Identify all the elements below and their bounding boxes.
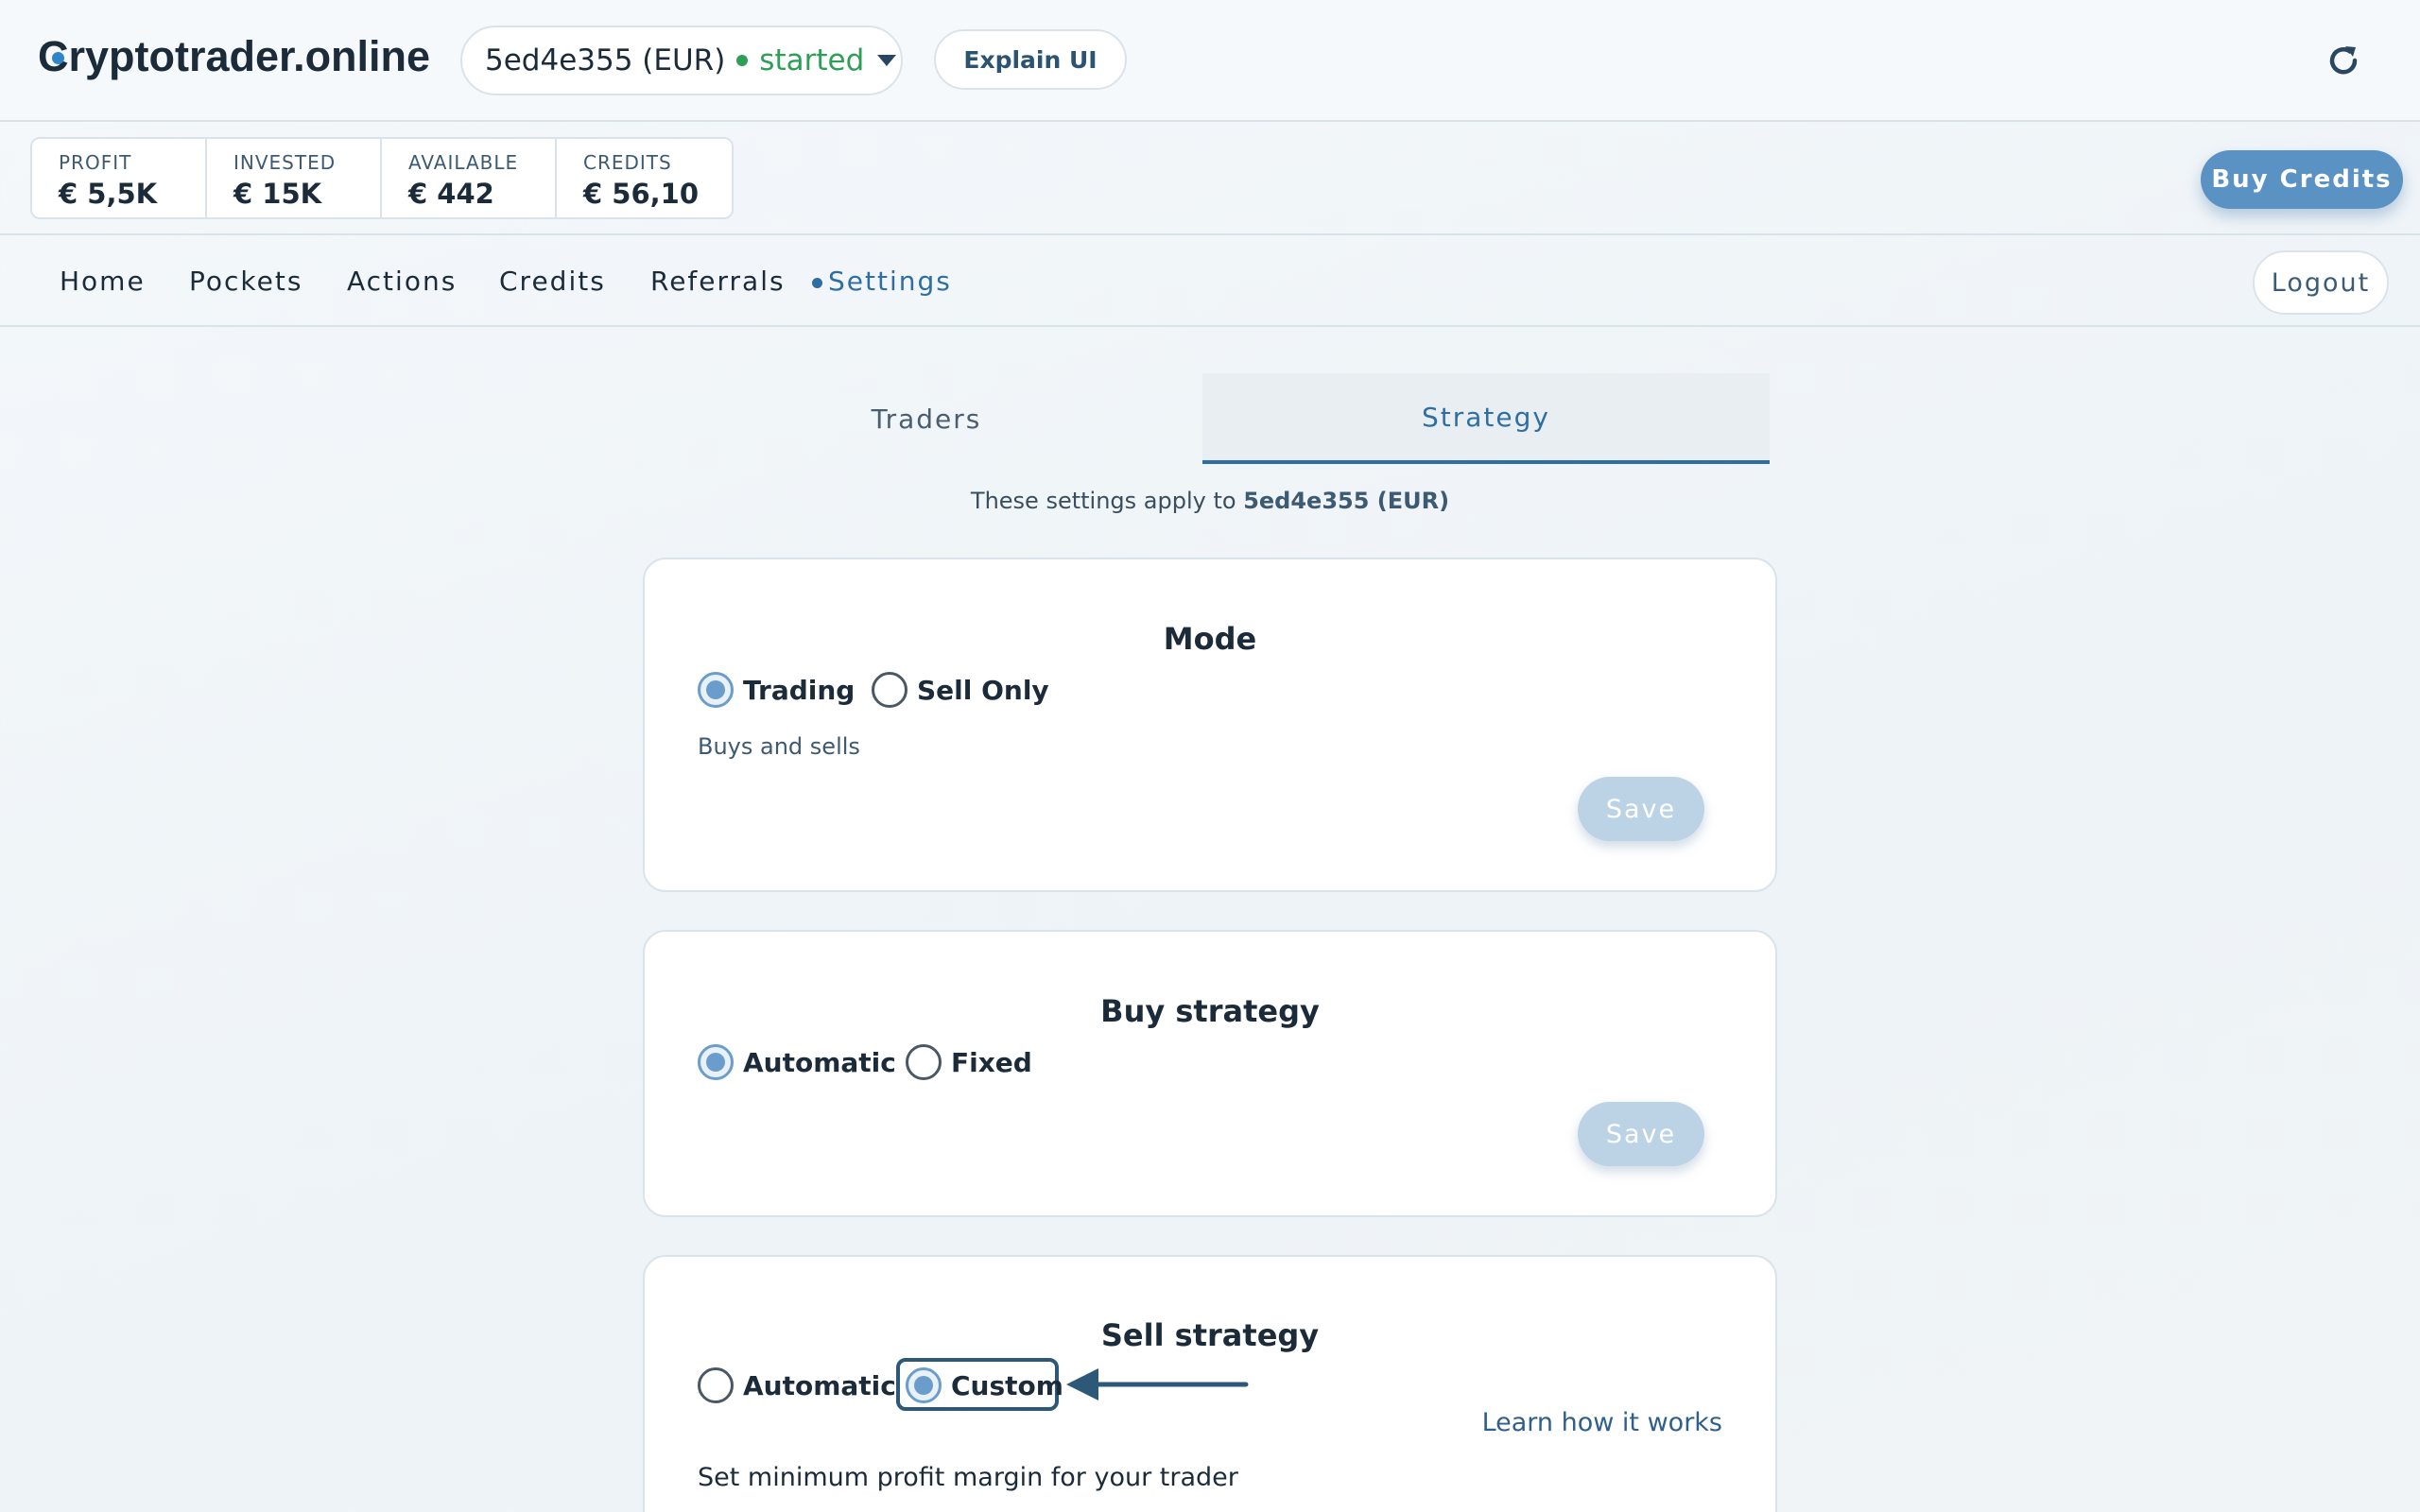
status-dot-icon bbox=[736, 55, 749, 66]
learn-how-link[interactable]: Learn how it works bbox=[1482, 1408, 1722, 1437]
top-bar: Cryptotrader.online 5ed4e355 (EUR) start… bbox=[0, 0, 2420, 122]
stat-available: AVAILABLE € 442 bbox=[382, 139, 557, 217]
stats-bar: PROFIT € 5,5K INVESTED € 15K AVAILABLE €… bbox=[0, 124, 2420, 235]
radio-sell-only[interactable]: Sell Only bbox=[872, 672, 1049, 708]
nav-item-actions[interactable]: Actions bbox=[347, 266, 457, 297]
nav-item-credits[interactable]: Credits bbox=[499, 266, 606, 297]
stat-label: PROFIT bbox=[59, 151, 132, 174]
radio-label: Trading bbox=[743, 674, 856, 706]
stat-label: CREDITS bbox=[583, 151, 672, 174]
stats-summary: PROFIT € 5,5K INVESTED € 15K AVAILABLE €… bbox=[30, 137, 734, 219]
caret-down-icon bbox=[877, 55, 897, 66]
stat-value: € 442 bbox=[408, 178, 494, 210]
apply-note-trader: 5ed4e355 (EUR) bbox=[1243, 488, 1450, 514]
radio-label: Custom bbox=[951, 1369, 1063, 1401]
explain-ui-button[interactable]: Explain UI bbox=[934, 29, 1127, 90]
stat-profit: PROFIT € 5,5K bbox=[32, 139, 207, 217]
settings-tabs: Traders Strategy bbox=[643, 373, 1777, 464]
main-nav: Home Pockets Actions Credits Referrals S… bbox=[0, 237, 2420, 327]
stat-label: INVESTED bbox=[233, 151, 337, 174]
radio-checked-icon bbox=[906, 1367, 942, 1403]
card-title: Mode bbox=[1163, 621, 1257, 657]
buy-save-button[interactable]: Save bbox=[1578, 1102, 1704, 1166]
trader-name: 5ed4e355 (EUR) bbox=[485, 43, 726, 77]
radio-checked-icon bbox=[698, 672, 734, 708]
logo-text: ryptotrader.online bbox=[68, 32, 431, 80]
nav-item-settings[interactable]: Settings bbox=[828, 266, 952, 297]
pointer-arrow-icon bbox=[1066, 1368, 1249, 1400]
logo: Cryptotrader.online bbox=[38, 32, 430, 81]
stat-label: AVAILABLE bbox=[408, 151, 519, 174]
stat-value: € 56,10 bbox=[583, 178, 700, 210]
sell-strategy-card: Sell strategy Automatic Custom Learn how… bbox=[643, 1255, 1777, 1512]
margin-instruction: Set minimum profit margin for your trade… bbox=[698, 1463, 1238, 1492]
radio-label: Fixed bbox=[951, 1046, 1032, 1078]
tab-traders[interactable]: Traders bbox=[643, 373, 1210, 464]
stat-invested: INVESTED € 15K bbox=[207, 139, 382, 217]
refresh-icon[interactable] bbox=[2325, 42, 2362, 79]
logo-mark-icon: C bbox=[38, 32, 69, 81]
radio-sell-custom[interactable]: Custom bbox=[906, 1367, 1063, 1403]
stat-value: € 15K bbox=[233, 178, 322, 210]
logout-button[interactable]: Logout bbox=[2253, 250, 2389, 315]
nav-item-pockets[interactable]: Pockets bbox=[189, 266, 302, 297]
buy-credits-button[interactable]: Buy Credits bbox=[2201, 150, 2403, 209]
tab-strategy[interactable]: Strategy bbox=[1202, 373, 1770, 464]
nav-item-referrals[interactable]: Referrals bbox=[650, 266, 786, 297]
radio-label: Automatic bbox=[743, 1046, 896, 1078]
trader-selector[interactable]: 5ed4e355 (EUR) started bbox=[460, 26, 903, 95]
radio-trading[interactable]: Trading bbox=[698, 672, 855, 708]
radio-buy-automatic[interactable]: Automatic bbox=[698, 1044, 896, 1080]
radio-unchecked-icon bbox=[872, 672, 908, 708]
radio-sell-automatic[interactable]: Automatic bbox=[698, 1367, 896, 1403]
mode-card: Mode Trading Sell Only Buys and sells Sa… bbox=[643, 558, 1777, 892]
card-title: Buy strategy bbox=[1100, 993, 1320, 1029]
trader-status: started bbox=[759, 43, 865, 77]
radio-label: Automatic bbox=[743, 1369, 896, 1401]
mode-description: Buys and sells bbox=[698, 733, 860, 760]
stat-credits: CREDITS € 56,10 bbox=[557, 139, 732, 217]
apply-note: These settings apply to 5ed4e355 (EUR) bbox=[643, 488, 1777, 514]
radio-label: Sell Only bbox=[917, 674, 1049, 706]
radio-unchecked-icon bbox=[906, 1044, 942, 1080]
radio-checked-icon bbox=[698, 1044, 734, 1080]
stat-value: € 5,5K bbox=[59, 178, 158, 210]
mode-save-button[interactable]: Save bbox=[1578, 777, 1704, 841]
active-indicator-icon bbox=[812, 278, 822, 288]
nav-item-home[interactable]: Home bbox=[60, 266, 146, 297]
card-title: Sell strategy bbox=[1100, 1317, 1320, 1353]
buy-strategy-card: Buy strategy Automatic Fixed Save bbox=[643, 930, 1777, 1217]
radio-unchecked-icon bbox=[698, 1367, 734, 1403]
apply-note-prefix: These settings apply to bbox=[970, 488, 1244, 514]
radio-buy-fixed[interactable]: Fixed bbox=[906, 1044, 1032, 1080]
